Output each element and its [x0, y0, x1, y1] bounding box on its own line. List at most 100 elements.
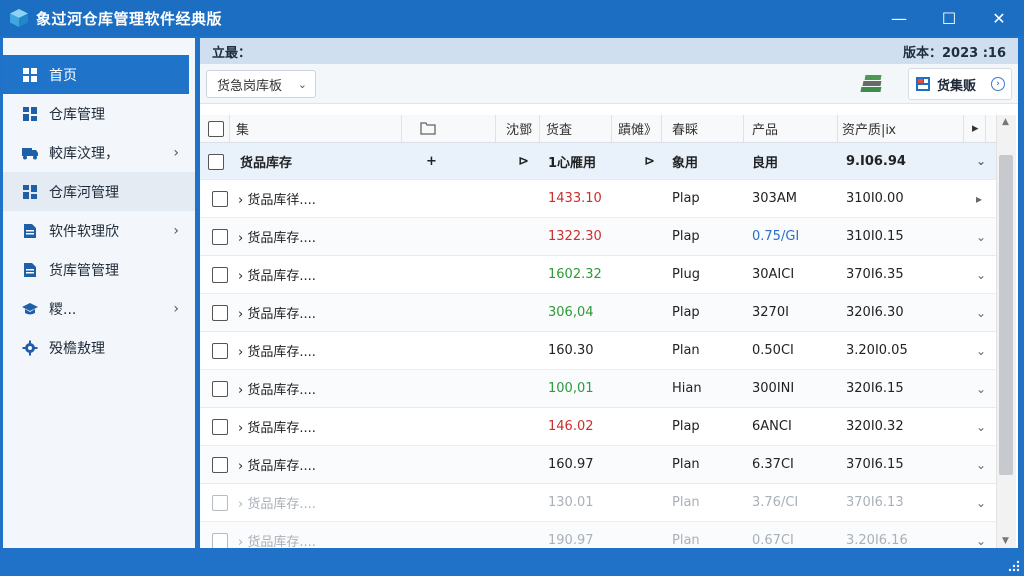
row-action-icon[interactable]: ⌄	[976, 370, 990, 407]
main-panel: 立最： 版本：2023 :16 货急岗库板 ⌄ 货集贩 › 集 沈鄧 货査 蹟傩…	[200, 38, 1018, 560]
chevron-down-icon[interactable]: ⌄	[976, 143, 990, 179]
table-group-row[interactable]: 货品库存 + ⊳ 1心雁用 ⊳ 象用 良用 9.Ⅰ06.94 ⌄	[200, 143, 996, 180]
row-action-icon[interactable]: ⌄	[976, 332, 990, 369]
table-row[interactable]: › 货品库存.... 160.30 Plan 0.50CI 3.20Ⅰ0.05 ⌄	[200, 332, 996, 370]
table-row[interactable]: › 货品库存.... 146.02 Plap 6ANCI 320Ⅰ0.32 ⌄	[200, 408, 996, 446]
maximize-button[interactable]: ☐	[924, 0, 974, 36]
row-checkbox[interactable]	[212, 343, 228, 359]
column-header-5[interactable]: 蹟傩》	[612, 115, 662, 142]
table-row[interactable]: › 货品库存.... 306,04 Plap 3270I 320Ⅰ6.30 ⌄	[200, 294, 996, 332]
row-action-icon[interactable]: ⌄	[976, 218, 990, 255]
table-row[interactable]: › 货品库存.... 1322.30 Plap 0.75/GI 310Ⅰ0.15 ⌄	[200, 218, 996, 256]
table-row[interactable]: › 货品库徉.... 1433.10 Plap 303AM 310Ⅰ0.00 ▸	[200, 180, 996, 218]
scroll-up-icon[interactable]: ▲	[1002, 117, 1009, 127]
item-name[interactable]: › 货品库存....	[238, 370, 408, 407]
row-action-icon[interactable]: ▸	[976, 180, 990, 217]
row-checkbox[interactable]	[212, 495, 228, 511]
item-qty: 1602.32	[548, 267, 602, 282]
chevron-right-icon: ›	[173, 144, 179, 161]
table-row[interactable]: › 货品库存.... 1602.32 Plug 30AICI 370Ⅰ6.35 ⌄	[200, 256, 996, 294]
row-action-icon[interactable]: ⌄	[976, 294, 990, 331]
item-product: 30AICI	[752, 267, 795, 282]
sidebar-item-label: 货库管管理	[49, 262, 119, 279]
row-checkbox[interactable]	[212, 267, 228, 283]
row-action-icon[interactable]: ⌄	[976, 256, 990, 293]
column-header-9[interactable]: ▸	[966, 115, 986, 142]
item-name[interactable]: › 货品库存....	[238, 408, 408, 445]
row-checkbox[interactable]	[212, 305, 228, 321]
item-name[interactable]: › 货品库存....	[238, 484, 408, 521]
table-row[interactable]: › 货品库存.... 160.97 Plan 6.37CI 370Ⅰ6.15 ⌄	[200, 446, 996, 484]
item-name[interactable]: › 货品库存....	[238, 332, 408, 369]
item-product: 300INI	[752, 381, 795, 396]
toolbar: 货急岗库板 ⌄ 货集贩 ›	[200, 64, 1018, 104]
column-header-6[interactable]: 春睬	[666, 115, 744, 142]
row-action-icon[interactable]: ⌄	[976, 484, 990, 521]
item-name[interactable]: › 货品库徉....	[238, 180, 408, 217]
column-header-4[interactable]: 货査	[540, 115, 612, 142]
group-name: 货品库存	[240, 155, 293, 171]
group-asset: 9.Ⅰ06.94	[846, 153, 906, 169]
row-checkbox[interactable]	[212, 191, 228, 207]
item-product: 0.75/GI	[752, 229, 800, 244]
item-qty: 130.01	[548, 495, 594, 510]
row-checkbox[interactable]	[212, 381, 228, 397]
item-product: 0.50CI	[752, 343, 794, 358]
sidebar: 首页 仓库管理較库汶理， › 仓库河管理 软件软理欣 › 货库管管理糭... › 殁檐敖理	[3, 38, 195, 548]
column-header-8[interactable]: 资产质|ⅸ	[836, 115, 964, 142]
item-name[interactable]: › 货品库存....	[238, 218, 408, 255]
resize-grip-icon[interactable]	[1008, 560, 1020, 572]
scrollbar-thumb[interactable]	[999, 155, 1013, 475]
table-row[interactable]: › 货品库存.... 100,01 Hian 300INI 320Ⅰ6.15 ⌄	[200, 370, 996, 408]
row-checkbox[interactable]	[212, 533, 228, 549]
sidebar-item-6[interactable]: 糭... ›	[3, 289, 195, 328]
close-button[interactable]: ✕	[974, 0, 1024, 36]
chevron-right-icon: ›	[173, 300, 179, 317]
item-name[interactable]: › 货品库存....	[238, 446, 408, 483]
scroll-down-icon[interactable]: ▼	[1002, 536, 1009, 546]
sidebar-item-3[interactable]: 仓库河管理	[3, 172, 195, 211]
store-button[interactable]: 货集贩 ›	[908, 68, 1012, 100]
item-unit: Plan	[672, 457, 700, 472]
item-unit: Plan	[672, 495, 700, 510]
title-bar: 象过河仓库管理软件经典版 — ☐ ✕	[0, 0, 1024, 36]
row-checkbox[interactable]	[208, 154, 224, 170]
group-qty: 1心雁用	[548, 155, 597, 171]
select-all-checkbox[interactable]	[208, 121, 224, 137]
row-action-icon[interactable]: ⌄	[976, 446, 990, 483]
item-unit: Plap	[672, 419, 700, 434]
document-icon	[21, 222, 39, 240]
item-qty: 1322.30	[548, 229, 602, 244]
item-asset: 310Ⅰ0.00	[846, 191, 904, 206]
sidebar-item-1[interactable]: 仓库管理	[3, 94, 195, 133]
graduation-cap-icon	[21, 300, 39, 318]
column-header-1[interactable]: 集	[230, 115, 402, 142]
column-header-7[interactable]: 产品	[746, 115, 838, 142]
expand-icon[interactable]: +	[426, 143, 446, 179]
category-dropdown[interactable]: 货急岗库板 ⌄	[206, 70, 316, 98]
row-action-icon[interactable]: ⌄	[976, 408, 990, 445]
sidebar-item-5[interactable]: 货库管管理	[3, 250, 195, 289]
item-name[interactable]: › 货品库存....	[238, 256, 408, 293]
books-stack-icon[interactable]	[860, 72, 888, 96]
item-name[interactable]: › 货品库存....	[238, 294, 408, 331]
vertical-scrollbar[interactable]: ▲ ▼	[996, 115, 1016, 548]
app-logo-icon	[10, 9, 28, 27]
warehouse-grid-icon	[21, 183, 39, 201]
row-checkbox[interactable]	[212, 457, 228, 473]
minimize-button[interactable]: —	[874, 0, 924, 36]
sidebar-item-7[interactable]: 殁檐敖理	[3, 328, 195, 367]
sort-icon[interactable]: ⊳	[644, 143, 664, 179]
table-row[interactable]: › 货品库存.... 130.01 Plan 3.76/CI 370Ⅰ6.13 ⌄	[200, 484, 996, 522]
inventory-table: 集沈鄧 货査 蹟傩》 春睬 产品 资产质|ⅸ ▸ 货品库存 + ⊳ 1心雁用 ⊳ 象用 良用 9.Ⅰ06.9…	[200, 115, 996, 560]
sidebar-item-4[interactable]: 软件软理欣 ›	[3, 211, 195, 250]
item-unit: Plug	[672, 267, 700, 282]
row-checkbox[interactable]	[212, 419, 228, 435]
sidebar-item-2[interactable]: 較库汶理， ›	[3, 133, 195, 172]
row-checkbox[interactable]	[212, 229, 228, 245]
sidebar-item-label: 較库汶理，	[49, 145, 119, 162]
sort-icon[interactable]: ⊳	[518, 143, 538, 179]
sidebar-item-0[interactable]: 首页	[3, 55, 189, 94]
item-product: 6ANCI	[752, 419, 792, 434]
column-header-3[interactable]: 沈鄧	[500, 115, 540, 142]
